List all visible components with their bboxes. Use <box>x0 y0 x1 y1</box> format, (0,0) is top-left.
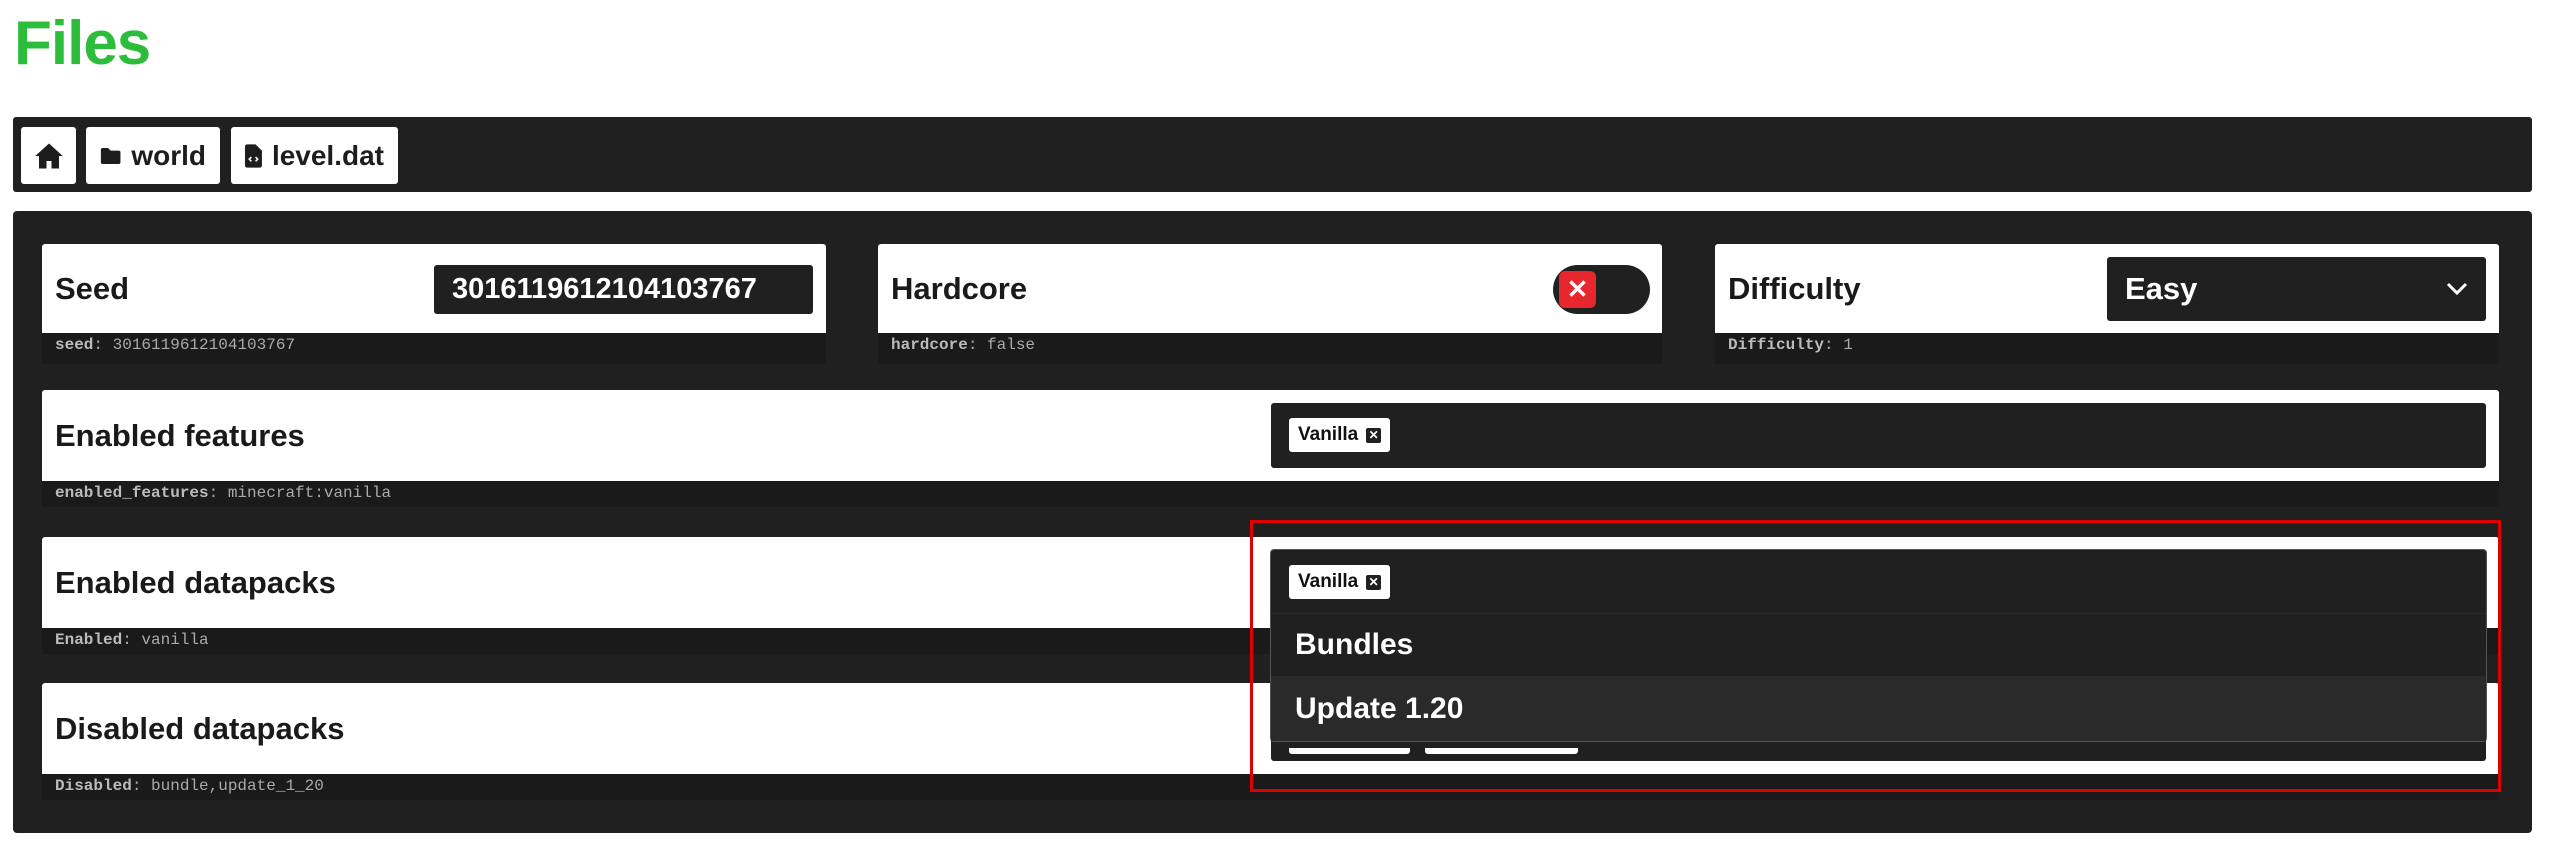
tag-label: Vanilla <box>1298 424 1359 445</box>
breadcrumb-label: level.dat <box>271 139 384 171</box>
key: enabled_features <box>55 484 209 502</box>
enabled-features-label: Enabled features <box>55 417 305 453</box>
enabled-features-footer: enabled_features: minecraft:vanilla <box>42 481 2499 507</box>
hardcore-toggle[interactable]: ✕ <box>1553 265 1650 314</box>
highlight-box <box>1250 520 2501 792</box>
raw-value: vanilla <box>141 631 209 649</box>
home-icon <box>34 143 63 168</box>
enabled-features-input[interactable]: Vanilla ✕ <box>1271 403 2486 468</box>
hardcore-card: Hardcore ✕ <box>878 244 1662 333</box>
key: seed <box>55 336 94 354</box>
breadcrumb-world[interactable]: world <box>86 127 220 184</box>
key: Disabled <box>55 777 132 795</box>
remove-tag-icon[interactable]: ✕ <box>1366 427 1382 443</box>
seed-input[interactable]: 3016119612104103767 <box>434 265 813 314</box>
key: Enabled <box>55 631 123 649</box>
difficulty-footer: Difficulty: 1 <box>1715 333 2499 364</box>
close-icon: ✕ <box>1559 271 1596 308</box>
seed-footer: seed: 3016119612104103767 <box>42 333 826 364</box>
enabled-features-card: Enabled features Vanilla ✕ <box>42 390 2499 481</box>
page-title: Files <box>14 9 151 78</box>
folder-icon <box>100 147 121 164</box>
raw-value: 3016119612104103767 <box>112 336 296 354</box>
difficulty-select[interactable]: Easy <box>2107 257 2486 321</box>
difficulty-label: Difficulty <box>1728 270 1861 306</box>
key: hardcore <box>891 336 968 354</box>
disabled-datapacks-label: Disabled datapacks <box>55 710 345 746</box>
raw-value: bundle,update_1_20 <box>151 777 324 795</box>
breadcrumb: world level.dat <box>13 117 2532 192</box>
hardcore-label: Hardcore <box>891 270 1028 306</box>
breadcrumb-level-dat[interactable]: level.dat <box>231 127 398 184</box>
breadcrumb-home[interactable] <box>21 127 76 184</box>
breadcrumb-label: world <box>131 139 206 171</box>
raw-value: minecraft:vanilla <box>227 484 392 502</box>
seed-label: Seed <box>55 270 130 306</box>
tag-vanilla: Vanilla ✕ <box>1289 418 1391 452</box>
hardcore-footer: hardcore: false <box>878 333 1662 364</box>
difficulty-card: Difficulty Easy <box>1715 244 2499 333</box>
enabled-datapacks-label: Enabled datapacks <box>55 564 336 600</box>
seed-card: Seed 3016119612104103767 <box>42 244 826 333</box>
key: Difficulty <box>1728 336 1825 354</box>
raw-value: 1 <box>1843 336 1853 354</box>
code-file-icon <box>245 143 262 168</box>
raw-value: false <box>987 336 1036 354</box>
difficulty-value: Easy <box>2125 271 2198 306</box>
chevron-down-icon <box>2446 282 2468 296</box>
